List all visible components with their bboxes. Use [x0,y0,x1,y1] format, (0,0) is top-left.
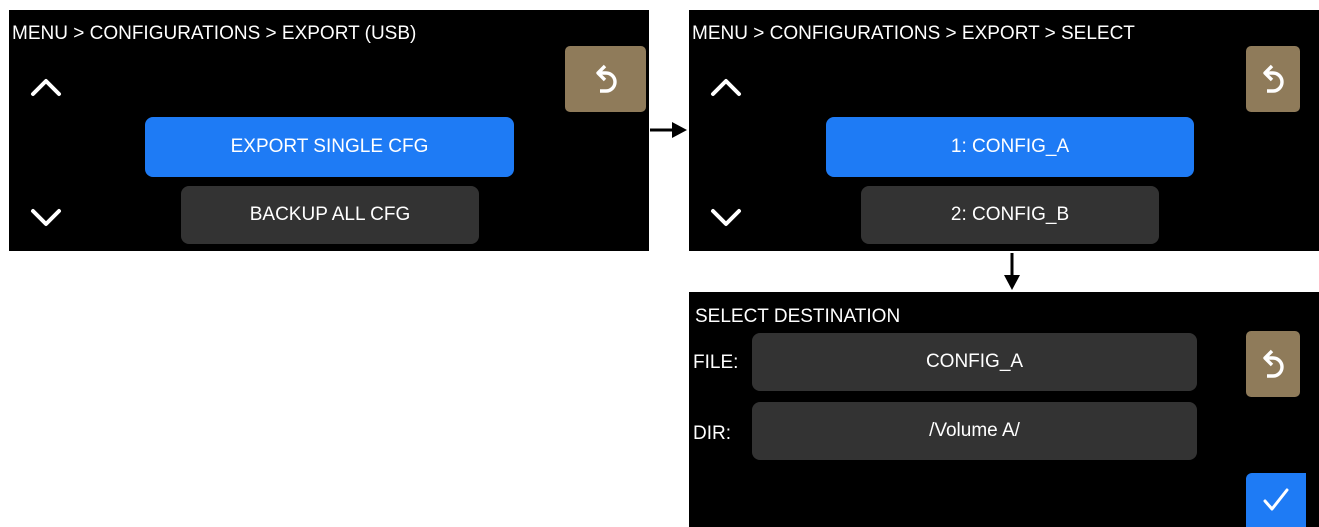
dir-field[interactable]: /Volume A/ [752,402,1197,460]
undo-arrow-icon [595,64,617,93]
arrow-down-icon [1004,253,1020,290]
config-b-button[interactable]: 2: CONFIG_B [861,186,1159,244]
screen-export-usb: MENU > CONFIGURATIONS > EXPORT (USB) EXP… [9,10,649,251]
chevron-down-icon[interactable] [709,206,743,230]
checkmark-icon [1263,488,1289,511]
chevron-up-icon[interactable] [709,74,743,98]
file-field[interactable]: CONFIG_A [752,333,1197,391]
confirm-button[interactable] [1246,473,1306,527]
back-button[interactable] [1246,331,1300,397]
config-a-button[interactable]: 1: CONFIG_A [826,117,1194,177]
arrow-right-icon [650,122,687,138]
file-label: FILE: [693,352,739,373]
screen-export-select: MENU > CONFIGURATIONS > EXPORT > SELECT … [689,10,1319,251]
screen-select-destination: SELECT DESTINATION FILE: CONFIG_A DIR: /… [689,292,1319,527]
dir-label: DIR: [693,423,731,444]
undo-arrow-icon [1263,349,1284,378]
breadcrumb: MENU > CONFIGURATIONS > EXPORT (USB) [12,23,417,44]
chevron-down-icon[interactable] [29,206,63,230]
export-single-cfg-button[interactable]: EXPORT SINGLE CFG [145,117,514,177]
page-title: SELECT DESTINATION [695,306,901,327]
backup-all-cfg-button[interactable]: BACKUP ALL CFG [181,186,479,244]
chevron-up-icon[interactable] [29,74,63,98]
undo-arrow-icon [1263,64,1284,93]
back-button[interactable] [565,46,646,112]
back-button[interactable] [1246,46,1300,112]
breadcrumb: MENU > CONFIGURATIONS > EXPORT > SELECT [692,23,1135,44]
